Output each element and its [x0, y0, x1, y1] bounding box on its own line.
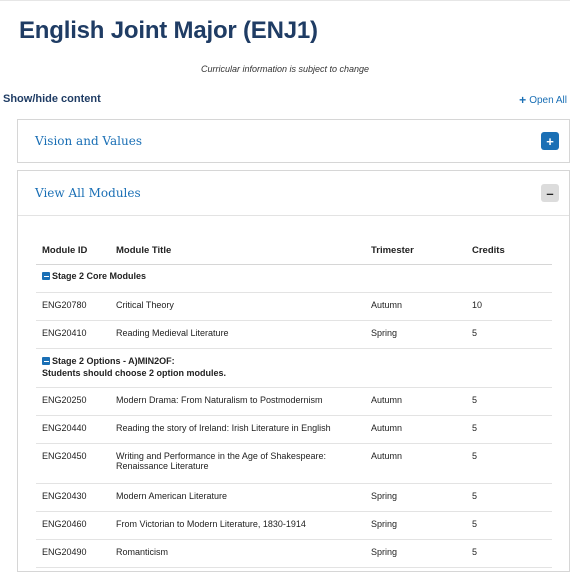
- panel-modules-title[interactable]: View All Modules: [35, 186, 141, 200]
- plus-icon: +: [519, 93, 527, 107]
- module-trimester: Spring: [365, 320, 466, 349]
- group-label-core: Stage 2 Core Modules: [52, 271, 147, 281]
- module-credits: 5: [466, 443, 552, 484]
- modules-table: Module ID Module Title Trimester Credits…: [36, 236, 552, 568]
- page-title: English Joint Major (ENJ1): [19, 17, 318, 44]
- module-id-link[interactable]: ENG20410: [36, 320, 110, 349]
- module-credits: 5: [466, 539, 552, 568]
- panel-vision-title[interactable]: Vision and Values: [35, 134, 142, 148]
- collapse-group-icon[interactable]: [42, 357, 50, 365]
- module-credits: 5: [466, 415, 552, 444]
- module-title-link[interactable]: Romanticism: [110, 539, 365, 568]
- col-header-trimester: Trimester: [365, 236, 466, 265]
- module-id-link[interactable]: ENG20430: [36, 483, 110, 512]
- panel-view-all-modules: View All Modules – Module ID Module Titl…: [17, 170, 570, 572]
- module-title-link[interactable]: Critical Theory: [110, 292, 365, 321]
- module-id-link[interactable]: ENG20460: [36, 511, 110, 540]
- open-all-button[interactable]: + Open All: [519, 93, 567, 107]
- table-row: ENG20780 Critical Theory Autumn 10: [36, 292, 552, 321]
- panel-vision-header[interactable]: Vision and Values +: [18, 120, 569, 162]
- expand-icon[interactable]: +: [541, 132, 559, 150]
- module-title-link[interactable]: Reading Medieval Literature: [110, 320, 365, 349]
- group-label-options: Stage 2 Options - A)MIN2OF:: [52, 356, 175, 366]
- module-id-link[interactable]: ENG20250: [36, 387, 110, 416]
- module-title-link[interactable]: From Victorian to Modern Literature, 183…: [110, 511, 365, 540]
- module-credits: 5: [466, 483, 552, 512]
- module-trimester: Spring: [365, 511, 466, 540]
- open-all-label: Open All: [529, 94, 567, 106]
- module-trimester: Spring: [365, 539, 466, 568]
- module-id-link[interactable]: ENG20450: [36, 443, 110, 484]
- show-hide-heading: Show/hide content: [3, 93, 101, 105]
- module-credits: 5: [466, 511, 552, 540]
- panel-modules-header[interactable]: View All Modules –: [18, 171, 569, 216]
- module-credits: 5: [466, 387, 552, 416]
- table-row: ENG20460 From Victorian to Modern Litera…: [36, 511, 552, 540]
- col-header-module-title: Module Title: [110, 236, 365, 265]
- module-title-link[interactable]: Reading the story of Ireland: Irish Lite…: [110, 415, 365, 444]
- col-header-credits: Credits: [466, 236, 552, 265]
- module-title-link[interactable]: Modern American Literature: [110, 483, 365, 512]
- module-id-link[interactable]: ENG20440: [36, 415, 110, 444]
- table-row: ENG20250 Modern Drama: From Naturalism t…: [36, 387, 552, 416]
- collapse-group-icon[interactable]: [42, 272, 50, 280]
- module-title-link[interactable]: Writing and Performance in the Age of Sh…: [110, 443, 365, 484]
- module-trimester: Autumn: [365, 443, 466, 484]
- module-id-link[interactable]: ENG20490: [36, 539, 110, 568]
- table-row: ENG20450 Writing and Performance in the …: [36, 443, 552, 484]
- module-id-link[interactable]: ENG20780: [36, 292, 110, 321]
- module-trimester: Autumn: [365, 292, 466, 321]
- top-divider: [0, 0, 570, 1]
- module-credits: 10: [466, 292, 552, 321]
- module-trimester: Autumn: [365, 415, 466, 444]
- group-row-options[interactable]: Stage 2 Options - A)MIN2OF: Students sho…: [36, 348, 552, 388]
- table-header-row: Module ID Module Title Trimester Credits: [36, 236, 552, 265]
- curricular-notice: Curricular information is subject to cha…: [200, 64, 370, 74]
- module-trimester: Autumn: [365, 387, 466, 416]
- col-header-module-id: Module ID: [36, 236, 110, 265]
- panel-vision-and-values: Vision and Values +: [17, 119, 570, 163]
- group-row-core[interactable]: Stage 2 Core Modules: [36, 264, 552, 293]
- module-title-link[interactable]: Modern Drama: From Naturalism to Postmod…: [110, 387, 365, 416]
- table-row: ENG20440 Reading the story of Ireland: I…: [36, 415, 552, 444]
- group-note-options: Students should choose 2 option modules.: [42, 368, 227, 379]
- module-trimester: Spring: [365, 483, 466, 512]
- collapse-icon[interactable]: –: [541, 184, 559, 202]
- table-row: ENG20490 Romanticism Spring 5: [36, 539, 552, 568]
- table-row: ENG20410 Reading Medieval Literature Spr…: [36, 320, 552, 349]
- module-credits: 5: [466, 320, 552, 349]
- table-row: ENG20430 Modern American Literature Spri…: [36, 483, 552, 512]
